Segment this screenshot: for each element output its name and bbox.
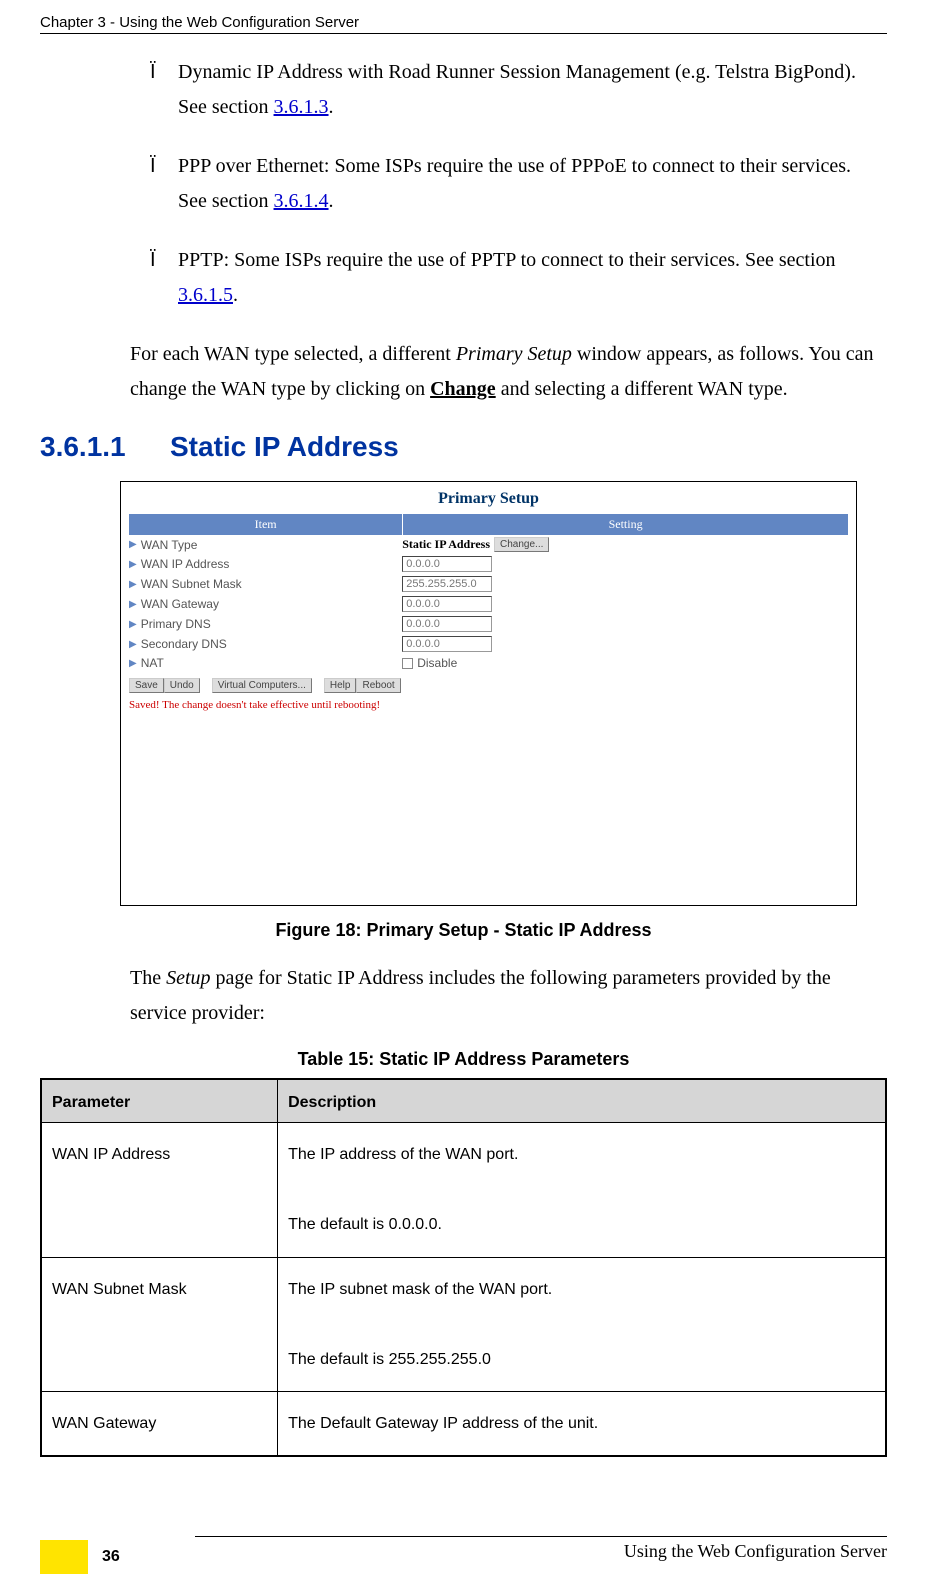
figure-button-row: Save Undo Virtual Computers... Help Rebo… <box>129 678 848 693</box>
text: PPTP: Some ISPs require the use of PPTP … <box>178 249 836 271</box>
caret-icon: ▶ <box>129 619 137 630</box>
text-bold: Change <box>430 378 496 400</box>
text: . <box>329 190 334 212</box>
table-row: WAN IP Address The IP address of the WAN… <box>41 1123 886 1258</box>
secondary-dns-input[interactable]: 0.0.0.0 <box>402 636 492 652</box>
virtual-computers-button[interactable]: Virtual Computers... <box>212 678 312 693</box>
section-link[interactable]: 3.6.1.4 <box>274 190 329 212</box>
figure-row-dns2: ▶ Secondary DNS 0.0.0.0 <box>129 634 848 654</box>
nat-disable-checkbox[interactable] <box>402 658 413 669</box>
yellow-marker <box>40 1540 88 1574</box>
col-header-setting: Setting <box>402 514 848 535</box>
figure-inner-title: Primary Setup <box>121 490 856 508</box>
bullet-2: Ï PPP over Ethernet: Some ISPs require t… <box>150 149 877 219</box>
bullet-text: PPTP: Some ISPs require the use of PPTP … <box>178 243 877 313</box>
text: . <box>329 96 334 118</box>
text: The default is 0.0.0.0. <box>288 1216 442 1233</box>
table-title: Table 15: Static IP Address Parameters <box>40 1049 887 1070</box>
figure-row-gateway: ▶ WAN Gateway 0.0.0.0 <box>129 594 848 614</box>
caret-icon: ▶ <box>129 539 137 550</box>
checkbox-label: Disable <box>417 656 457 670</box>
section-link[interactable]: 3.6.1.5 <box>178 284 233 306</box>
reboot-button[interactable]: Reboot <box>356 678 400 693</box>
param-desc: The IP address of the WAN port. The defau… <box>278 1123 886 1258</box>
text: For each WAN type selected, a different <box>130 343 456 365</box>
caret-icon: ▶ <box>129 599 137 610</box>
section-heading: 3.6.1.1 Static IP Address <box>40 431 887 463</box>
text: The IP address of the WAN port. <box>288 1146 518 1163</box>
bullet-text: Dynamic IP Address with Road Runner Sess… <box>178 55 877 125</box>
page-number-block: 36 <box>40 1540 120 1574</box>
caret-icon: ▶ <box>129 559 137 570</box>
bullet-marker: Ï <box>150 243 178 278</box>
param-desc: The Default Gateway IP address of the un… <box>278 1392 886 1457</box>
param-name: WAN IP Address <box>41 1123 278 1258</box>
caret-icon: ▶ <box>129 579 137 590</box>
text: page for Static IP Address includes the … <box>130 967 831 1024</box>
section-title: Static IP Address <box>170 431 399 463</box>
text: and selecting a different WAN type. <box>496 378 788 400</box>
col-header-item: Item <box>129 514 402 535</box>
gateway-input[interactable]: 0.0.0.0 <box>402 596 492 612</box>
wan-ip-input[interactable]: 0.0.0.0 <box>402 556 492 572</box>
primary-dns-input[interactable]: 0.0.0.0 <box>402 616 492 632</box>
text-italic: Setup <box>166 967 210 989</box>
paragraph-2: The Setup page for Static IP Address inc… <box>130 961 877 1031</box>
table-header-description: Description <box>278 1079 886 1123</box>
param-name: WAN Gateway <box>41 1392 278 1457</box>
footer-text: Using the Web Configuration Server <box>195 1536 887 1562</box>
bullet-3: Ï PPTP: Some ISPs require the use of PPT… <box>150 243 877 313</box>
param-name: WAN Subnet Mask <box>41 1257 278 1392</box>
row-label: NAT <box>141 656 164 670</box>
table-row: WAN Subnet Mask The IP subnet mask of th… <box>41 1257 886 1392</box>
row-label: WAN Subnet Mask <box>141 577 242 591</box>
row-label: Secondary DNS <box>141 637 227 651</box>
param-desc: The IP subnet mask of the WAN port. The d… <box>278 1257 886 1392</box>
bullet-marker: Ï <box>150 149 178 184</box>
section-link[interactable]: 3.6.1.3 <box>274 96 329 118</box>
page-footer: Using the Web Configuration Server <box>40 1536 887 1562</box>
text: The default is 255.255.255.0 <box>288 1351 491 1368</box>
figure-screenshot: Primary Setup Item Setting ▶ WAN Type Sta… <box>120 481 857 906</box>
text: The IP subnet mask of the WAN port. <box>288 1281 552 1298</box>
row-label: WAN Gateway <box>141 597 219 611</box>
page-number: 36 <box>102 1548 120 1566</box>
section-number: 3.6.1.1 <box>40 431 170 463</box>
caret-icon: ▶ <box>129 658 137 669</box>
figure-caption: Figure 18: Primary Setup - Static IP Add… <box>40 920 887 941</box>
table-row: WAN Gateway The Default Gateway IP addre… <box>41 1392 886 1457</box>
main-content: Ï Dynamic IP Address with Road Runner Se… <box>40 55 887 1457</box>
bullet-text: PPP over Ethernet: Some ISPs require the… <box>178 149 877 219</box>
parameters-table: Parameter Description WAN IP Address The… <box>40 1078 887 1457</box>
paragraph: For each WAN type selected, a different … <box>130 337 877 407</box>
figure-row-nat: ▶ NAT Disable <box>129 654 848 672</box>
text: . <box>233 284 238 306</box>
saved-message: Saved! The change doesn't take effective… <box>129 699 848 711</box>
figure-table-header: Item Setting <box>129 514 848 535</box>
figure-row-subnet: ▶ WAN Subnet Mask 255.255.255.0 <box>129 574 848 594</box>
row-value: Static IP Address <box>402 537 490 552</box>
figure-row-wan-ip: ▶ WAN IP Address 0.0.0.0 <box>129 554 848 574</box>
change-button[interactable]: Change... <box>494 537 549 552</box>
undo-button[interactable]: Undo <box>164 678 200 693</box>
figure-row-dns1: ▶ Primary DNS 0.0.0.0 <box>129 614 848 634</box>
row-label: Primary DNS <box>141 617 211 631</box>
bullet-1: Ï Dynamic IP Address with Road Runner Se… <box>150 55 877 125</box>
caret-icon: ▶ <box>129 639 137 650</box>
save-button[interactable]: Save <box>129 678 164 693</box>
figure-row-wan-type: ▶ WAN Type Static IP Address Change... <box>129 535 848 554</box>
table-header-parameter: Parameter <box>41 1079 278 1123</box>
help-button[interactable]: Help <box>324 678 357 693</box>
text-italic: Primary Setup <box>456 343 572 365</box>
subnet-input[interactable]: 255.255.255.0 <box>402 576 492 592</box>
text: The <box>130 967 166 989</box>
row-label: WAN Type <box>141 538 198 552</box>
bullet-marker: Ï <box>150 55 178 90</box>
page-header: Chapter 3 - Using the Web Configuration … <box>40 14 887 34</box>
row-label: WAN IP Address <box>141 557 230 571</box>
